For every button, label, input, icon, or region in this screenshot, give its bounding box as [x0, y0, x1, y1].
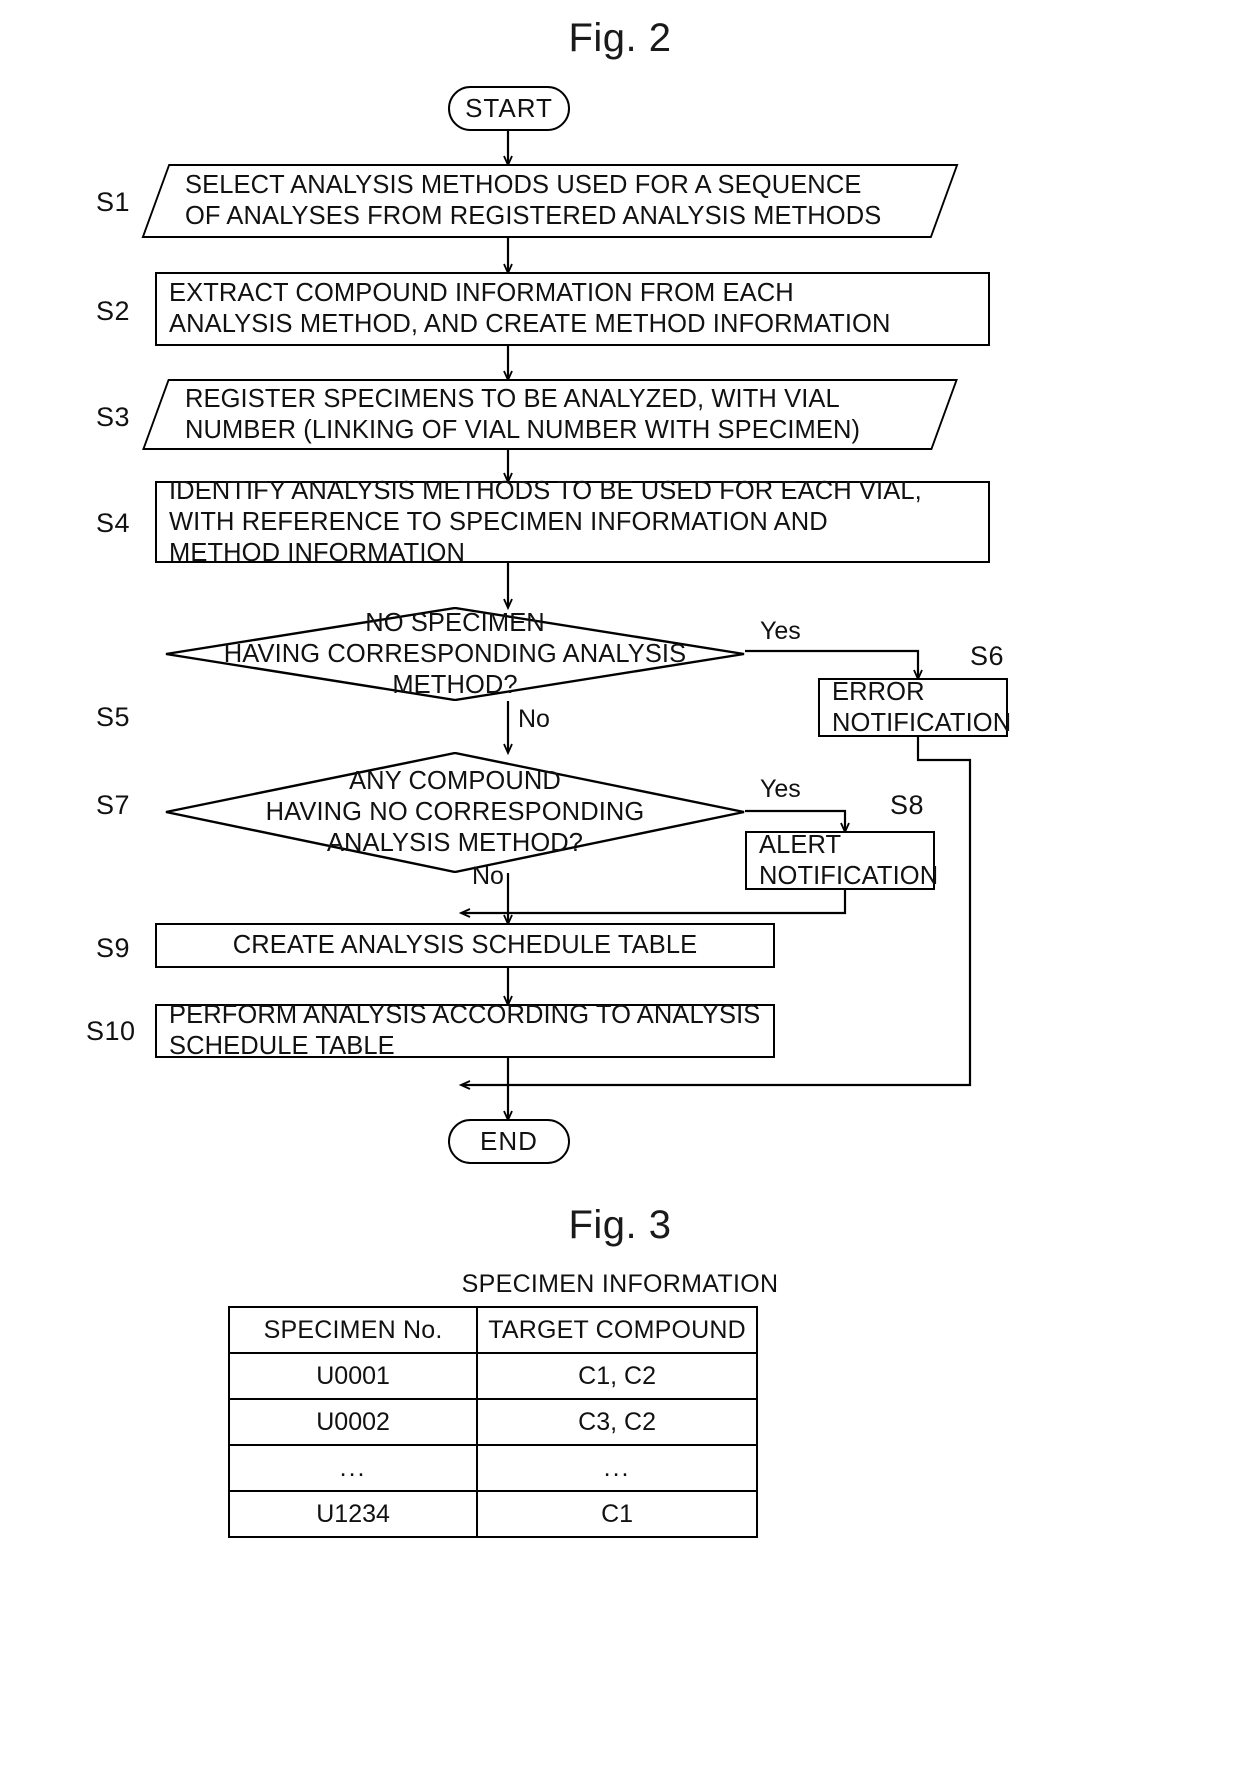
- step-s4-text: IDENTIFY ANALYSIS METHODS TO BE USED FOR…: [169, 476, 922, 567]
- step-s4-process: IDENTIFY ANALYSIS METHODS TO BE USED FOR…: [155, 477, 990, 567]
- step-s5-decision: NO SPECIMEN HAVING CORRESPONDING ANALYSI…: [165, 607, 745, 701]
- step-s10-text: PERFORM ANALYSIS ACCORDING TO ANALYSIS S…: [169, 1001, 761, 1060]
- step-s8-text: ALERT NOTIFICATION: [759, 830, 939, 890]
- step-s2-process: EXTRACT COMPOUND INFORMATION FROM EACH A…: [155, 272, 990, 346]
- step-ref-s6: S6: [970, 641, 1005, 671]
- flow-end-terminator: END: [448, 1119, 570, 1164]
- table-header-target-compound: TARGET COMPOUND: [476, 1306, 758, 1354]
- step-s8-process: ALERT NOTIFICATION: [745, 830, 939, 890]
- figure-3-title: Fig. 3: [568, 1203, 672, 1247]
- cell-target-compound: C1: [476, 1490, 758, 1538]
- table-row: U0001 C1, C2: [227, 1352, 758, 1400]
- step-ref-s5: S5: [96, 702, 131, 732]
- step-s3-text: REGISTER SPECIMENS TO BE ANALYZED, WITH …: [185, 384, 861, 444]
- specimen-information-table: SPECIMEN No. TARGET COMPOUND U0001 C1, C…: [227, 1306, 758, 1538]
- table-header-specimen-no: SPECIMEN No.: [227, 1306, 479, 1354]
- flow-start-label: START: [465, 93, 553, 123]
- table-row: U1234 C1: [227, 1490, 758, 1538]
- step-s10-process: PERFORM ANALYSIS ACCORDING TO ANALYSIS S…: [155, 1001, 775, 1060]
- table-row: ... ...: [227, 1444, 758, 1492]
- branch-label-s5-no: No: [518, 705, 550, 733]
- table-header-row: SPECIMEN No. TARGET COMPOUND: [227, 1306, 758, 1354]
- cell-specimen-no: U1234: [227, 1490, 479, 1538]
- branch-label-s5-yes: Yes: [760, 617, 801, 645]
- table-row: U0002 C3, C2: [227, 1398, 758, 1446]
- cell-target-compound: C1, C2: [476, 1352, 758, 1400]
- cell-target-compound: ...: [476, 1444, 758, 1492]
- cell-specimen-no: ...: [227, 1444, 479, 1492]
- step-ref-s9: S9: [96, 933, 131, 963]
- figure-2-title: Fig. 2: [568, 16, 672, 60]
- patent-figure-page: Fig. 2 START S1 SELECT ANALYSIS METHODS …: [0, 0, 1240, 1777]
- cell-specimen-no: U0002: [227, 1398, 479, 1446]
- step-s5-text: NO SPECIMEN HAVING CORRESPONDING ANALYSI…: [223, 608, 687, 699]
- specimen-information-caption: SPECIMEN INFORMATION: [461, 1270, 779, 1298]
- step-s1-io: SELECT ANALYSIS METHODS USED FOR A SEQUE…: [141, 164, 959, 238]
- step-s2-text: EXTRACT COMPOUND INFORMATION FROM EACH A…: [169, 279, 891, 338]
- step-ref-s3: S3: [96, 402, 131, 432]
- step-s7-text: ANY COMPOUND HAVING NO CORRESPONDING ANA…: [265, 767, 645, 857]
- branch-label-s7-no: No: [472, 862, 504, 890]
- step-ref-s7: S7: [96, 790, 131, 820]
- step-s9-process: CREATE ANALYSIS SCHEDULE TABLE: [155, 923, 775, 968]
- step-ref-s10: S10: [86, 1016, 136, 1046]
- step-s6-process: ERROR NOTIFICATION: [818, 677, 1012, 737]
- step-ref-s2: S2: [96, 296, 131, 326]
- flow-end-label: END: [480, 1126, 538, 1156]
- step-s9-text: CREATE ANALYSIS SCHEDULE TABLE: [232, 931, 698, 959]
- step-ref-s1: S1: [96, 187, 131, 217]
- step-s7-decision: ANY COMPOUND HAVING NO CORRESPONDING ANA…: [165, 752, 745, 873]
- step-ref-s4: S4: [96, 508, 131, 538]
- branch-label-s7-yes: Yes: [760, 775, 801, 803]
- cell-target-compound: C3, C2: [476, 1398, 758, 1446]
- cell-specimen-no: U0001: [227, 1352, 479, 1400]
- flow-start-terminator: START: [448, 86, 570, 131]
- step-s3-io: REGISTER SPECIMENS TO BE ANALYZED, WITH …: [142, 379, 958, 450]
- step-s1-text: SELECT ANALYSIS METHODS USED FOR A SEQUE…: [185, 171, 882, 230]
- step-s6-text: ERROR NOTIFICATION: [832, 677, 1012, 737]
- step-ref-s8: S8: [890, 790, 925, 820]
